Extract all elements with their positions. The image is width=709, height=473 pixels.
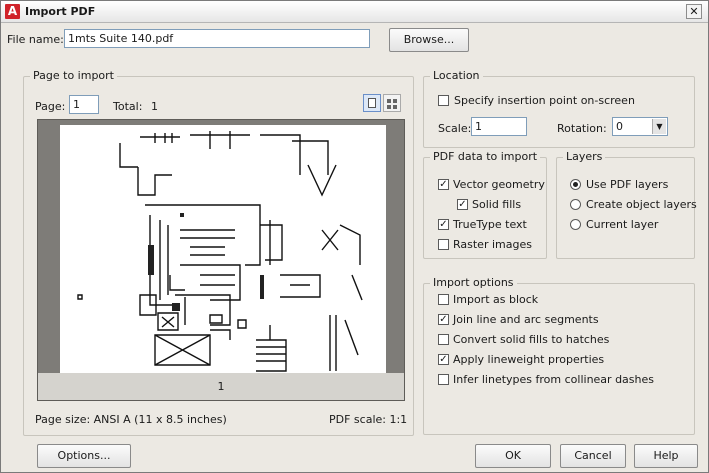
help-button[interactable]: Help: [634, 444, 698, 468]
specify-insertion-label: Specify insertion point on-screen: [454, 94, 635, 107]
cancel-button[interactable]: Cancel: [560, 444, 626, 468]
create-object-layers-radio[interactable]: [570, 199, 581, 210]
autocad-logo-icon: A: [5, 4, 20, 19]
infer-linetypes-checkbox[interactable]: [438, 374, 449, 385]
rotation-value: 0: [616, 120, 623, 133]
vector-geometry-label: Vector geometry: [453, 178, 545, 191]
solid-fills-label: Solid fills: [472, 198, 522, 211]
browse-button[interactable]: Browse...: [389, 28, 469, 52]
dialog-title: Import PDF: [25, 5, 96, 18]
close-icon[interactable]: ✕: [686, 4, 702, 19]
preview-page-number: 1: [217, 380, 225, 393]
layers-title: Layers: [563, 150, 606, 163]
page-size-text: Page size: ANSI A (11 x 8.5 inches): [35, 413, 227, 426]
rotation-select[interactable]: 0 ▼: [612, 117, 668, 136]
join-segments-label: Join line and arc segments: [453, 313, 599, 326]
scale-input[interactable]: 1: [471, 117, 527, 136]
import-pdf-dialog: A Import PDF ✕ File name: 1mts Suite 140…: [0, 0, 709, 473]
location-title: Location: [430, 69, 483, 82]
pdf-scale-text: PDF scale: 1:1: [329, 413, 408, 426]
specify-insertion-checkbox[interactable]: [438, 95, 449, 106]
truetype-text-label: TrueType text: [453, 218, 527, 231]
apply-lineweight-checkbox[interactable]: ✓: [438, 354, 449, 365]
location-group: Location: [423, 69, 695, 148]
current-layer-radio[interactable]: [570, 219, 581, 230]
floor-plan-thumbnail: [60, 125, 386, 373]
infer-linetypes-label: Infer linetypes from collinear dashes: [453, 373, 654, 386]
create-object-layers-label: Create object layers: [586, 198, 697, 211]
rotation-label: Rotation:: [557, 122, 607, 135]
vector-geometry-checkbox[interactable]: ✓: [438, 179, 449, 190]
pdf-preview[interactable]: 1: [37, 119, 405, 401]
use-pdf-layers-radio[interactable]: [570, 179, 581, 190]
total-label: Total:: [113, 100, 143, 113]
title-bar: A Import PDF ✕: [1, 1, 708, 23]
single-page-view-icon[interactable]: [363, 94, 381, 112]
page-to-import-title: Page to import: [30, 69, 117, 82]
pdf-data-title: PDF data to import: [430, 150, 541, 163]
apply-lineweight-label: Apply lineweight properties: [453, 353, 605, 366]
import-as-block-checkbox[interactable]: [438, 294, 449, 305]
solid-fills-checkbox[interactable]: ✓: [457, 199, 468, 210]
truetype-text-checkbox[interactable]: ✓: [438, 219, 449, 230]
scale-label: Scale:: [438, 122, 472, 135]
page-number-input[interactable]: 1: [69, 95, 99, 114]
import-as-block-label: Import as block: [453, 293, 539, 306]
current-layer-label: Current layer: [586, 218, 659, 231]
convert-fills-checkbox[interactable]: [438, 334, 449, 345]
ok-button[interactable]: OK: [475, 444, 551, 468]
preview-footer: 1: [38, 373, 404, 400]
chevron-down-icon[interactable]: ▼: [652, 119, 666, 134]
page-label: Page:: [35, 100, 66, 113]
raster-images-label: Raster images: [453, 238, 532, 251]
options-button[interactable]: Options...: [37, 444, 131, 468]
file-name-label: File name:: [7, 33, 64, 46]
file-name-field[interactable]: 1mts Suite 140.pdf: [64, 29, 370, 48]
total-value: 1: [151, 100, 158, 113]
use-pdf-layers-label: Use PDF layers: [586, 178, 669, 191]
join-segments-checkbox[interactable]: ✓: [438, 314, 449, 325]
import-options-title: Import options: [430, 276, 517, 289]
raster-images-checkbox[interactable]: [438, 239, 449, 250]
floor-plan-drawing: [77, 131, 363, 372]
convert-fills-label: Convert solid fills to hatches: [453, 333, 610, 346]
thumbnail-view-icon[interactable]: [383, 94, 401, 112]
